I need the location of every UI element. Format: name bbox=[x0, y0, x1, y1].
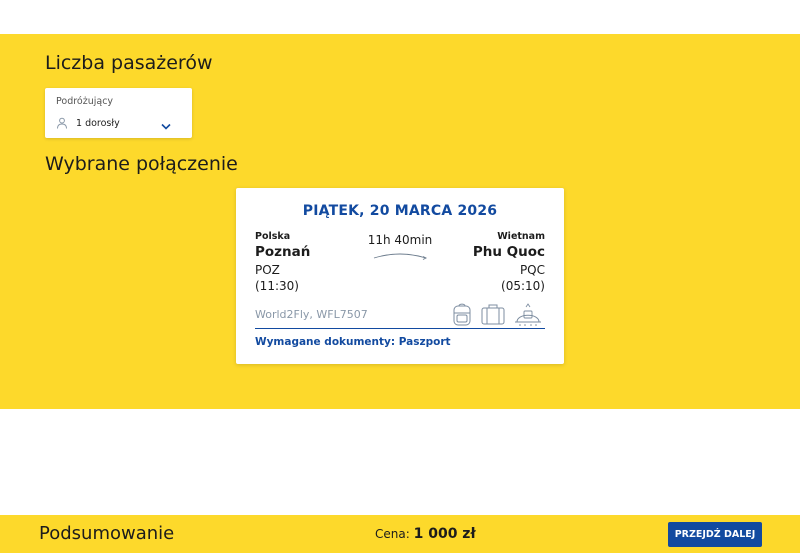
price-value: 1 000 zł bbox=[413, 526, 476, 542]
destination-city: Phu Quoc bbox=[472, 244, 545, 260]
destination-country: Wietnam bbox=[497, 231, 545, 242]
next-step-button[interactable]: PRZEJDŹ DALEJ bbox=[668, 522, 762, 547]
flight-card: PIĄTEK, 20 MARCA 2026 Polska Poznań POZ … bbox=[236, 188, 564, 364]
airline-flight-number: World2Fly, WFL7507 bbox=[255, 308, 368, 321]
passenger-count-value: 1 dorosły bbox=[76, 118, 120, 129]
person-icon bbox=[57, 117, 67, 129]
summary-title: Podsumowanie bbox=[39, 523, 175, 544]
card-divider bbox=[255, 328, 545, 329]
summary-bar: Podsumowanie Cena: 1 000 zł PRZEJDŹ DALE… bbox=[0, 515, 800, 553]
required-documents: Wymagane dokumenty: Paszport bbox=[255, 336, 451, 348]
price-label: Cena: bbox=[375, 527, 410, 541]
passenger-count-dropdown[interactable]: Podróżujący 1 dorosły bbox=[45, 88, 192, 138]
selected-connection-title: Wybrane połączenie bbox=[45, 153, 238, 175]
origin-airport-code: POZ bbox=[255, 263, 280, 277]
destination-airport-code: PQC bbox=[519, 263, 545, 277]
flight-date: PIĄTEK, 20 MARCA 2026 bbox=[302, 203, 498, 219]
backpack-icon bbox=[453, 303, 471, 326]
checked-baggage-icon bbox=[515, 303, 541, 326]
arrival-time: (05:10) bbox=[501, 279, 545, 293]
destination-block: Wietnam Phu Quoc PQC (05:10) bbox=[473, 230, 545, 294]
departure-time: (11:30) bbox=[255, 279, 299, 293]
suitcase-icon bbox=[481, 304, 505, 325]
passenger-field-label: Podróżujący bbox=[56, 96, 114, 107]
flight-path-arc bbox=[373, 253, 428, 260]
price-display: Cena: 1 000 zł bbox=[375, 526, 476, 542]
chevron-down-icon[interactable] bbox=[161, 123, 171, 130]
passengers-section-title: Liczba pasażerów bbox=[45, 52, 213, 74]
